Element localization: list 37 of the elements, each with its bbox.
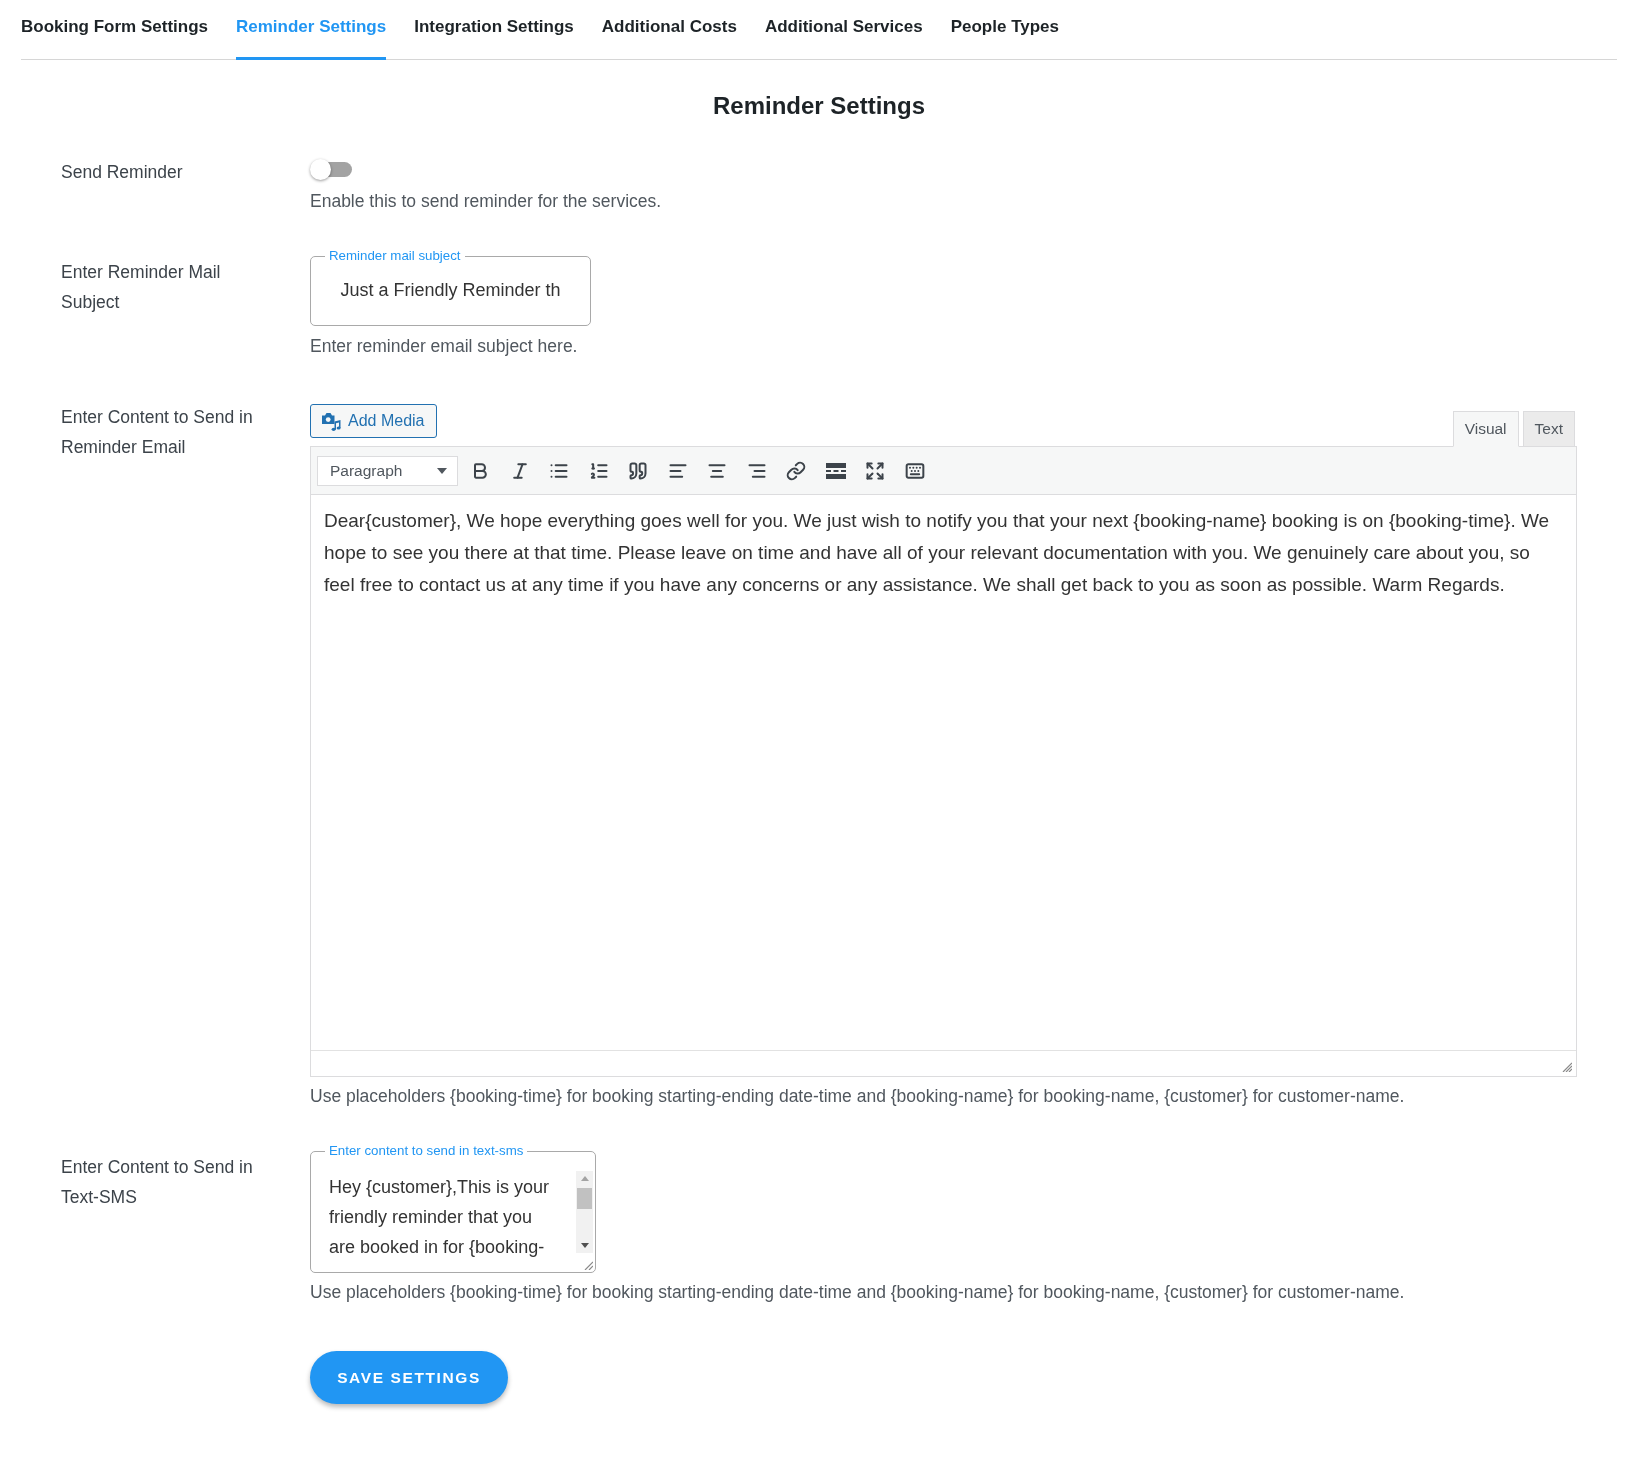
caret-down-icon xyxy=(437,467,447,474)
field-label: Enter Content to Send in Text-SMS xyxy=(61,1156,254,1209)
field-label: Enter Reminder Mail Subject xyxy=(61,261,222,314)
editor-tab[interactable]: Text xyxy=(1522,411,1575,447)
fullscreen-icon[interactable] xyxy=(865,460,885,481)
help-text: Enter reminder email subject here. xyxy=(310,335,578,357)
subject-input-field[interactable]: Reminder mail subject Just a Friendly Reminder th xyxy=(310,248,591,326)
quote-icon[interactable] xyxy=(628,460,648,481)
help-text: Use placeholders {booking-time} for booking starting-ending date-time and {booking-name} for booking-name, {customer} for customer-name. xyxy=(310,1085,1405,1107)
horizontal-divider-icon[interactable] xyxy=(825,462,846,479)
keyboard-icon[interactable] xyxy=(904,460,925,481)
settings-tab[interactable]: Integration Settings xyxy=(414,0,574,60)
scrollbar-thumb[interactable] xyxy=(577,1188,592,1209)
help-text: Enable this to send reminder for the services. xyxy=(310,190,662,212)
settings-tab[interactable]: Additional Services xyxy=(764,0,923,60)
settings-tab[interactable]: Additional Costs xyxy=(601,0,737,60)
scrollbar-track[interactable] xyxy=(576,1171,593,1253)
toggle-switch[interactable] xyxy=(310,159,352,180)
page-title: Reminder Settings xyxy=(712,91,925,121)
link-icon[interactable] xyxy=(786,460,806,481)
field-label: Enter Content to Send in Reminder Email xyxy=(61,406,254,459)
editor-tab[interactable]: Visual xyxy=(1452,411,1519,447)
scroll-down-arrow-icon[interactable] xyxy=(580,1243,589,1248)
format-select[interactable]: Paragraph xyxy=(317,455,458,486)
numbered-list-icon[interactable] xyxy=(588,460,609,481)
floating-label: Enter content to send in text-sms xyxy=(328,1143,525,1159)
email-content-editor[interactable]: Dear{customer}, We hope everything goes well for you. We just wish to notify you that your next {booking-name} booking is on {booking-time}. We hope to see you there at that time. Please leave on time and have all of your relevant documentation with you. We genuinely care about you, so feel free to contact us at any time if you have any concerns or any assistance. We shall get back to you as soon as possible. Warm Regards. xyxy=(311,495,1576,1051)
settings-tab[interactable]: Booking Form Settings xyxy=(21,0,208,60)
resize-grip-icon[interactable] xyxy=(1562,1062,1572,1072)
camera-note-icon xyxy=(321,411,341,431)
help-text: Use placeholders {booking-time} for booking starting-ending date-time and {booking-name} for booking-name, {customer} for customer-name. xyxy=(310,1281,1405,1303)
settings-tab[interactable]: People Types xyxy=(950,0,1059,60)
field-label: Send Reminder xyxy=(61,161,184,184)
sms-textarea[interactable]: Enter content to send in text-sms Hey {customer},This is your friendly reminder that you are booked in for {booking- xyxy=(310,1143,596,1273)
floating-label: Reminder mail subject xyxy=(328,248,462,264)
add-media-button[interactable]: Add Media xyxy=(310,404,437,438)
resize-grip-icon[interactable] xyxy=(584,1261,593,1270)
